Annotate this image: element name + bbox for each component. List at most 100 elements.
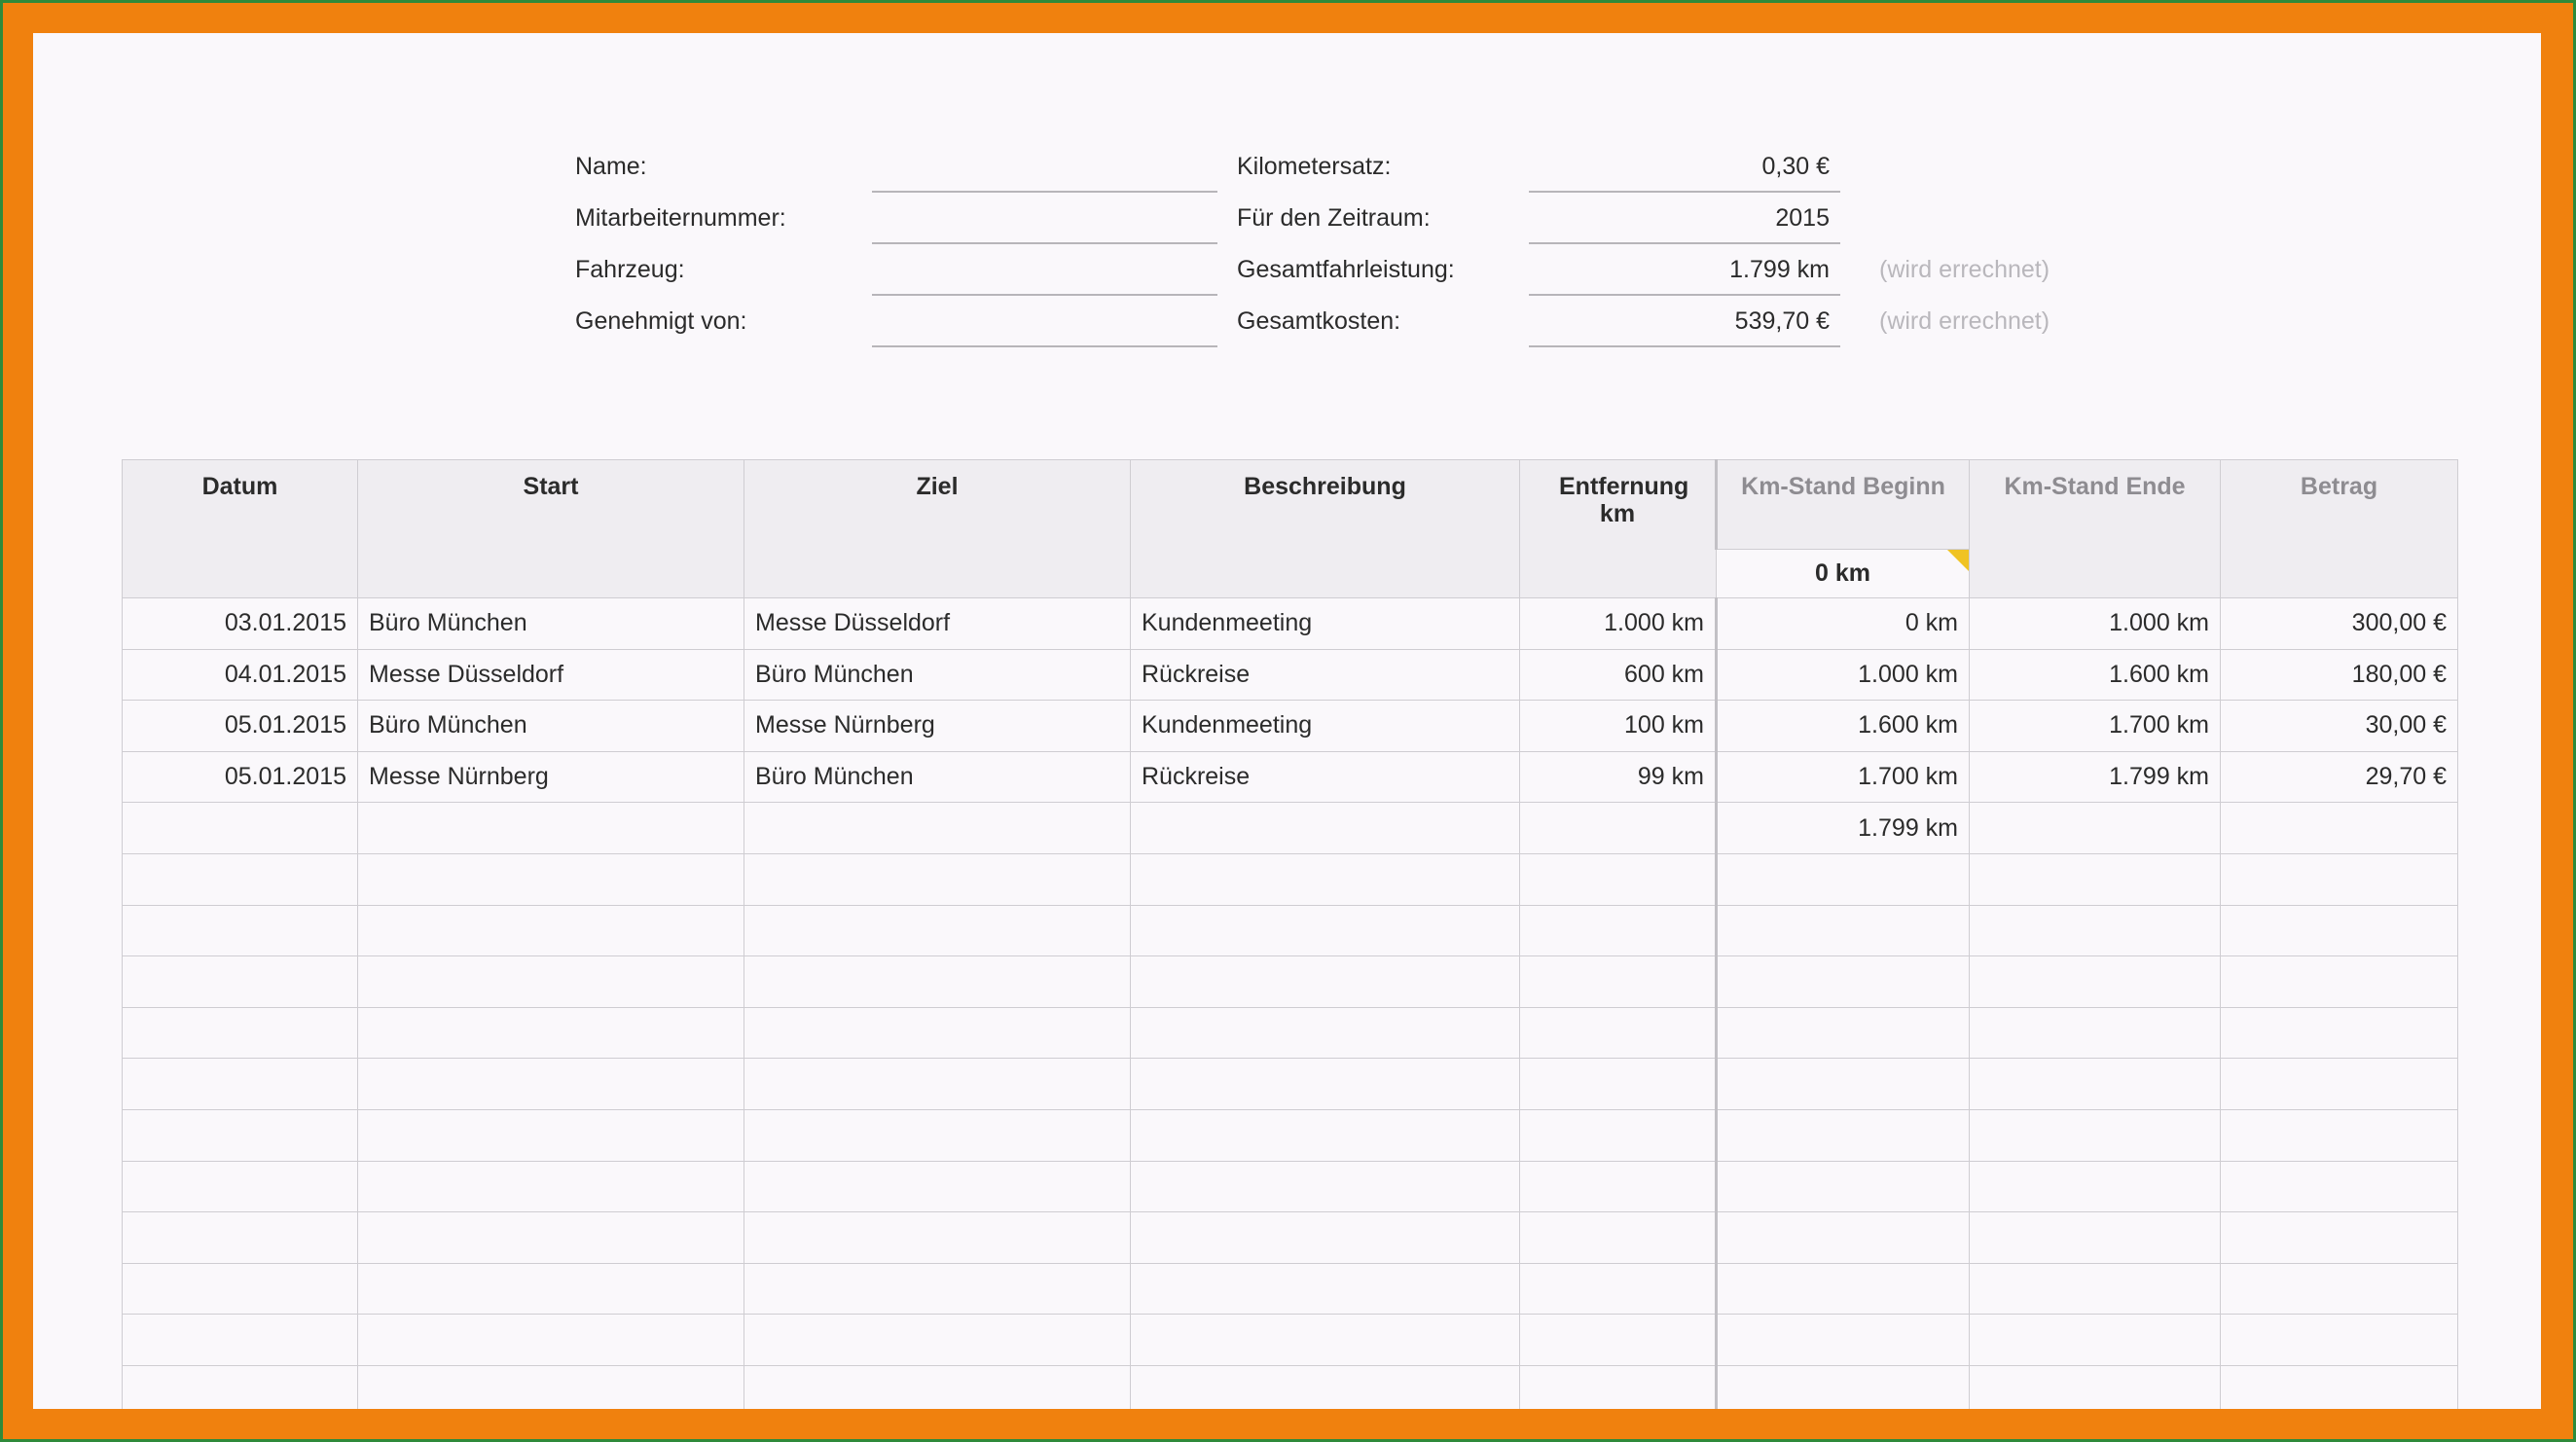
- cell-datum[interactable]: [122, 1006, 358, 1060]
- cell-ziel[interactable]: [744, 1364, 1131, 1409]
- cell-km-beginn[interactable]: [1715, 1314, 1970, 1366]
- cell-ziel[interactable]: [744, 1058, 1131, 1110]
- cell-ziel[interactable]: [744, 904, 1131, 957]
- cell-entfernung[interactable]: [1519, 1211, 1717, 1264]
- cell-entfernung[interactable]: [1519, 1058, 1717, 1110]
- cell-datum[interactable]: [122, 1108, 358, 1162]
- cell-datum[interactable]: 03.01.2015: [122, 597, 358, 650]
- cell-start[interactable]: [357, 955, 744, 1008]
- cell-betrag[interactable]: [2220, 1160, 2458, 1213]
- cell-km-ende[interactable]: [1969, 1262, 2221, 1316]
- cell-betrag[interactable]: [2220, 1108, 2458, 1162]
- cell-start[interactable]: [357, 1211, 744, 1264]
- cell-betrag[interactable]: 300,00 €: [2220, 597, 2458, 650]
- cell-km-ende[interactable]: [1969, 1314, 2221, 1366]
- cell-betrag[interactable]: [2220, 1364, 2458, 1409]
- cell-beschreibung[interactable]: [1130, 1211, 1520, 1264]
- cell-datum[interactable]: 04.01.2015: [122, 648, 358, 702]
- cell-entfernung[interactable]: 1.000 km: [1519, 597, 1717, 650]
- cell-ziel[interactable]: [744, 852, 1131, 906]
- col-header-betrag[interactable]: Betrag: [2220, 459, 2458, 550]
- mileage-rate-field[interactable]: 0,30 €: [1529, 152, 1830, 181]
- cell-entfernung[interactable]: 100 km: [1519, 700, 1717, 752]
- cell-start[interactable]: [357, 852, 744, 906]
- cell-km-beginn[interactable]: [1715, 1160, 1970, 1213]
- cell-datum[interactable]: [122, 1160, 358, 1213]
- cell-betrag[interactable]: [2220, 852, 2458, 906]
- col-header-entfernung[interactable]: Entfernung km: [1519, 459, 1717, 550]
- cell-start[interactable]: [357, 904, 744, 957]
- cell-km-beginn[interactable]: [1715, 1058, 1970, 1110]
- total-distance-value[interactable]: 1.799 km: [1529, 255, 1830, 284]
- cell-datum[interactable]: [122, 802, 358, 854]
- cell-km-ende[interactable]: 1.700 km: [1969, 700, 2221, 752]
- cell-entfernung[interactable]: [1519, 955, 1717, 1008]
- cell-betrag[interactable]: [2220, 1006, 2458, 1060]
- cell-km-beginn[interactable]: 0 km: [1715, 597, 1970, 650]
- cell-km-ende[interactable]: [1969, 1364, 2221, 1409]
- cell-entfernung[interactable]: [1519, 852, 1717, 906]
- cell-beschreibung[interactable]: [1130, 1364, 1520, 1409]
- cell-ziel[interactable]: Büro München: [744, 750, 1131, 804]
- cell-datum[interactable]: [122, 852, 358, 906]
- cell-betrag[interactable]: [2220, 904, 2458, 957]
- cell-km-beginn[interactable]: [1715, 1262, 1970, 1316]
- cell-betrag[interactable]: [2220, 1058, 2458, 1110]
- cell-beschreibung[interactable]: [1130, 802, 1520, 854]
- cell-km-beginn[interactable]: 1.799 km: [1715, 802, 1970, 854]
- cell-km-ende[interactable]: [1969, 1058, 2221, 1110]
- cell-km-ende[interactable]: [1969, 1006, 2221, 1060]
- cell-ziel[interactable]: Büro München: [744, 648, 1131, 702]
- cell-start[interactable]: [357, 1108, 744, 1162]
- cell-start[interactable]: Messe Düsseldorf: [357, 648, 744, 702]
- cell-start[interactable]: [357, 1160, 744, 1213]
- cell-start[interactable]: Messe Nürnberg: [357, 750, 744, 804]
- cell-km-beginn[interactable]: 1.600 km: [1715, 700, 1970, 752]
- col-header-km-beginn[interactable]: Km-Stand Beginn: [1715, 459, 1970, 550]
- cell-betrag[interactable]: 180,00 €: [2220, 648, 2458, 702]
- cell-entfernung[interactable]: [1519, 802, 1717, 854]
- cell-ziel[interactable]: Messe Düsseldorf: [744, 597, 1131, 650]
- start-km-cell[interactable]: 0 km: [1716, 549, 1970, 598]
- cell-entfernung[interactable]: [1519, 904, 1717, 957]
- cell-ziel[interactable]: [744, 1314, 1131, 1366]
- cell-km-beginn[interactable]: 1.000 km: [1715, 648, 1970, 702]
- cell-betrag[interactable]: [2220, 955, 2458, 1008]
- cell-datum[interactable]: 05.01.2015: [122, 750, 358, 804]
- period-field[interactable]: 2015: [1529, 203, 1830, 233]
- cell-start[interactable]: Büro München: [357, 700, 744, 752]
- cell-beschreibung[interactable]: Kundenmeeting: [1130, 700, 1520, 752]
- cell-datum[interactable]: 05.01.2015: [122, 700, 358, 752]
- cell-km-ende[interactable]: 1.000 km: [1969, 597, 2221, 650]
- cell-entfernung[interactable]: 99 km: [1519, 750, 1717, 804]
- cell-datum[interactable]: [122, 1364, 358, 1409]
- cell-entfernung[interactable]: 600 km: [1519, 648, 1717, 702]
- col-header-ziel[interactable]: Ziel: [744, 459, 1131, 550]
- cell-datum[interactable]: [122, 904, 358, 957]
- cell-beschreibung[interactable]: [1130, 1006, 1520, 1060]
- cell-km-ende[interactable]: [1969, 955, 2221, 1008]
- cell-entfernung[interactable]: [1519, 1108, 1717, 1162]
- cell-km-beginn[interactable]: [1715, 1108, 1970, 1162]
- cell-beschreibung[interactable]: Kundenmeeting: [1130, 597, 1520, 650]
- cell-ziel[interactable]: [744, 1006, 1131, 1060]
- cell-km-beginn[interactable]: [1715, 852, 1970, 906]
- cell-beschreibung[interactable]: [1130, 852, 1520, 906]
- cell-km-ende[interactable]: 1.799 km: [1969, 750, 2221, 804]
- cell-beschreibung[interactable]: [1130, 904, 1520, 957]
- cell-start[interactable]: [357, 1058, 744, 1110]
- cell-betrag[interactable]: [2220, 1262, 2458, 1316]
- cell-datum[interactable]: [122, 1211, 358, 1264]
- cell-start[interactable]: [357, 1006, 744, 1060]
- cell-betrag[interactable]: 30,00 €: [2220, 700, 2458, 752]
- col-header-start[interactable]: Start: [357, 459, 744, 550]
- cell-beschreibung[interactable]: [1130, 1058, 1520, 1110]
- cell-ziel[interactable]: [744, 1108, 1131, 1162]
- cell-km-ende[interactable]: [1969, 1160, 2221, 1213]
- cell-start[interactable]: [357, 802, 744, 854]
- cell-start[interactable]: [357, 1364, 744, 1409]
- cell-entfernung[interactable]: [1519, 1160, 1717, 1213]
- cell-datum[interactable]: [122, 955, 358, 1008]
- cell-betrag[interactable]: 29,70 €: [2220, 750, 2458, 804]
- cell-datum[interactable]: [122, 1314, 358, 1366]
